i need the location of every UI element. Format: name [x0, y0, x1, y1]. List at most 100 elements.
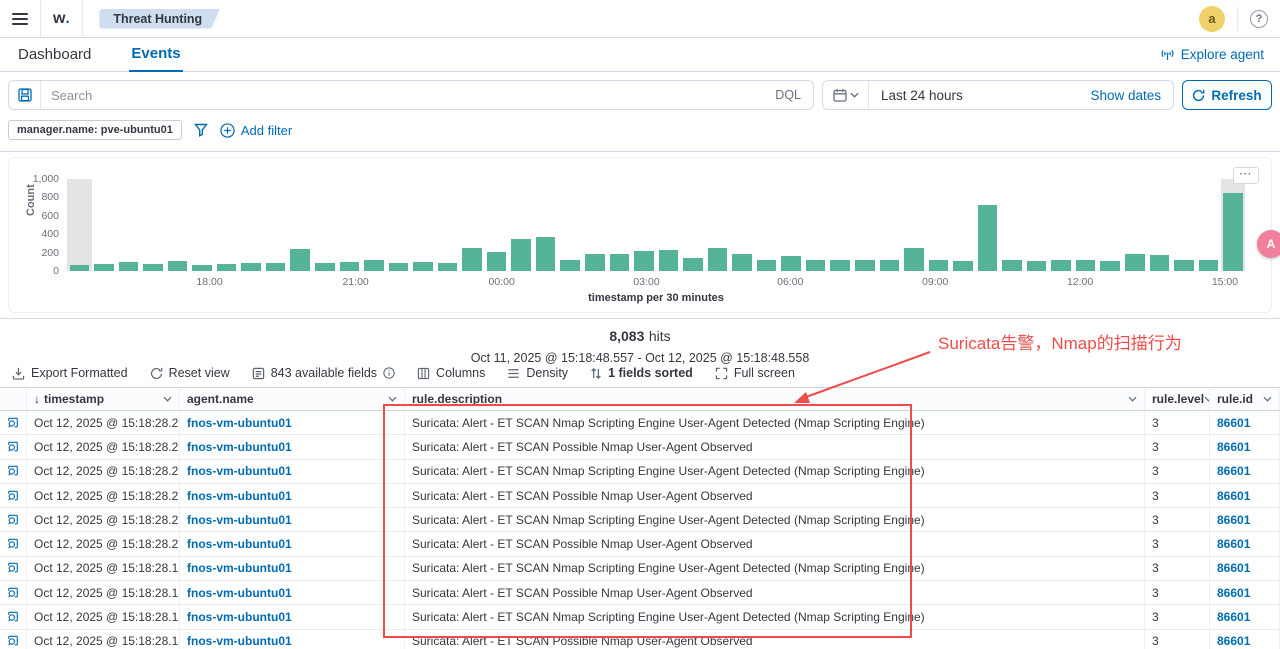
histogram-bar[interactable]: [413, 262, 433, 271]
expand-row-button[interactable]: [0, 435, 27, 458]
chevron-down-icon[interactable]: [163, 396, 172, 402]
avatar[interactable]: a: [1199, 6, 1225, 32]
histogram-bar[interactable]: [364, 260, 384, 271]
histogram-bar[interactable]: [1076, 260, 1096, 272]
histogram-bar[interactable]: [1100, 261, 1120, 271]
histogram-bar[interactable]: [560, 260, 580, 271]
histogram-bar[interactable]: [855, 260, 875, 271]
expand-row-button[interactable]: [0, 532, 27, 555]
histogram-bar[interactable]: [1150, 255, 1170, 271]
histogram-bar[interactable]: [290, 249, 310, 271]
histogram-bar[interactable]: [1027, 261, 1047, 271]
chevron-down-icon[interactable]: [1128, 396, 1137, 402]
histogram-bar[interactable]: [634, 251, 654, 271]
expand-row-button[interactable]: [0, 460, 27, 483]
breadcrumb[interactable]: Threat Hunting: [99, 9, 220, 29]
histogram-bar[interactable]: [1199, 260, 1219, 271]
histogram-bar[interactable]: [708, 248, 728, 271]
saved-query-icon[interactable]: [9, 81, 41, 109]
histogram-bar[interactable]: [806, 260, 826, 271]
filter-pill[interactable]: manager.name: pve-ubuntu01: [8, 120, 182, 140]
histogram-bar[interactable]: [438, 263, 458, 271]
histogram-bar[interactable]: [757, 260, 777, 271]
calendar-dropdown-button[interactable]: [823, 81, 869, 109]
expand-row-button[interactable]: [0, 508, 27, 531]
expand-row-button[interactable]: [0, 411, 27, 434]
rule-id-link[interactable]: 86601: [1217, 561, 1250, 575]
export-formatted-button[interactable]: Export Formatted: [12, 366, 128, 380]
histogram-bar[interactable]: [119, 262, 139, 271]
histogram-bar[interactable]: [1223, 193, 1243, 271]
histogram-bar[interactable]: [70, 265, 90, 271]
chevron-down-icon[interactable]: [1263, 396, 1272, 402]
rule-id-link[interactable]: 86601: [1217, 489, 1250, 503]
chevron-down-icon[interactable]: [388, 396, 397, 402]
histogram-bar[interactable]: [536, 237, 556, 271]
expand-row-button[interactable]: [0, 484, 27, 507]
agent-name-link[interactable]: fnos-vm-ubuntu01: [187, 489, 292, 503]
tab-dashboard[interactable]: Dashboard: [16, 39, 93, 71]
histogram-bar[interactable]: [781, 256, 801, 271]
agent-name-link[interactable]: fnos-vm-ubuntu01: [187, 634, 292, 648]
info-icon[interactable]: [383, 367, 395, 379]
histogram-bar[interactable]: [315, 263, 335, 271]
column-header-rule-id[interactable]: rule.id: [1210, 388, 1280, 410]
histogram-bar[interactable]: [659, 250, 679, 271]
agent-name-link[interactable]: fnos-vm-ubuntu01: [187, 561, 292, 575]
histogram-bar[interactable]: [904, 248, 924, 271]
histogram-plot[interactable]: 02004006008001,000 18:0021:0000:0003:000…: [67, 179, 1245, 271]
expand-row-button[interactable]: [0, 557, 27, 580]
rule-id-link[interactable]: 86601: [1217, 416, 1250, 430]
histogram-bar[interactable]: [192, 265, 212, 271]
histogram-bar[interactable]: [487, 252, 507, 271]
agent-name-link[interactable]: fnos-vm-ubuntu01: [187, 464, 292, 478]
histogram-bar[interactable]: [953, 261, 973, 271]
translate-extension-icon[interactable]: A: [1257, 230, 1280, 258]
column-header-agent-name[interactable]: agent.name: [180, 388, 405, 410]
fields-sorted-button[interactable]: 1 fields sorted: [590, 366, 693, 380]
show-dates-button[interactable]: Show dates: [1090, 88, 1173, 103]
density-button[interactable]: Density: [507, 366, 568, 380]
histogram-bar[interactable]: [511, 239, 531, 271]
rule-id-link[interactable]: 86601: [1217, 610, 1250, 624]
histogram-bar[interactable]: [1174, 260, 1194, 271]
full-screen-button[interactable]: Full screen: [715, 366, 795, 380]
agent-name-link[interactable]: fnos-vm-ubuntu01: [187, 586, 292, 600]
expand-row-button[interactable]: [0, 605, 27, 628]
query-language-button[interactable]: DQL: [763, 81, 813, 109]
histogram-bar[interactable]: [168, 261, 188, 271]
rule-id-link[interactable]: 86601: [1217, 440, 1250, 454]
histogram-bar[interactable]: [266, 263, 286, 271]
agent-name-link[interactable]: fnos-vm-ubuntu01: [187, 440, 292, 454]
histogram-bar[interactable]: [340, 262, 360, 271]
expand-row-button[interactable]: [0, 581, 27, 604]
column-header-timestamp[interactable]: ↓ timestamp: [27, 388, 180, 410]
time-range-label[interactable]: Last 24 hours: [869, 88, 963, 103]
histogram-bar[interactable]: [1002, 260, 1022, 272]
histogram-bar[interactable]: [1051, 260, 1071, 272]
refresh-button[interactable]: Refresh: [1182, 80, 1272, 110]
histogram-bar[interactable]: [1125, 254, 1145, 271]
histogram-bar[interactable]: [217, 264, 237, 271]
rule-id-link[interactable]: 86601: [1217, 537, 1250, 551]
explore-agent-button[interactable]: Explore agent: [1160, 47, 1264, 62]
histogram-bar[interactable]: [610, 254, 630, 271]
tab-events[interactable]: Events: [129, 38, 182, 72]
histogram-bar[interactable]: [978, 205, 998, 271]
histogram-bar[interactable]: [143, 264, 163, 271]
histogram-bar[interactable]: [585, 254, 605, 271]
expand-row-button[interactable]: [0, 630, 27, 649]
histogram-bar[interactable]: [880, 260, 900, 272]
help-icon[interactable]: ?: [1250, 10, 1268, 28]
histogram-bar[interactable]: [389, 263, 409, 271]
histogram-bar[interactable]: [683, 258, 703, 271]
reset-view-button[interactable]: Reset view: [150, 366, 230, 380]
rule-id-link[interactable]: 86601: [1217, 586, 1250, 600]
columns-button[interactable]: Columns: [417, 366, 485, 380]
rule-id-link[interactable]: 86601: [1217, 464, 1250, 478]
histogram-bar[interactable]: [830, 260, 850, 271]
agent-name-link[interactable]: fnos-vm-ubuntu01: [187, 537, 292, 551]
agent-name-link[interactable]: fnos-vm-ubuntu01: [187, 610, 292, 624]
add-filter-button[interactable]: Add filter: [220, 123, 292, 138]
agent-name-link[interactable]: fnos-vm-ubuntu01: [187, 513, 292, 527]
